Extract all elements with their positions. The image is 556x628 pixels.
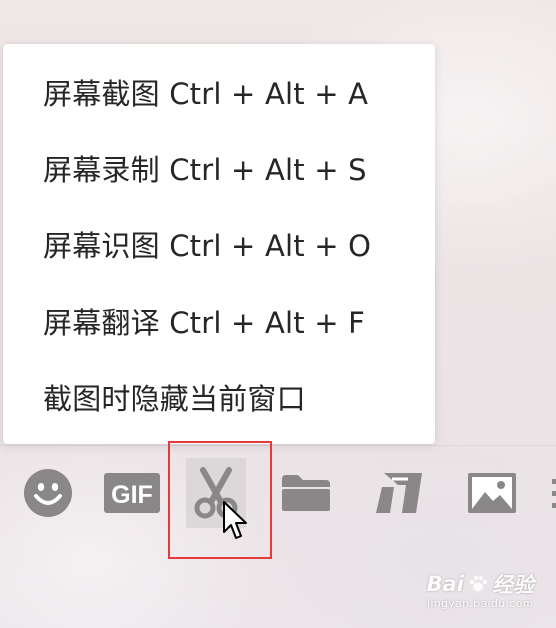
gif-icon: GIF bbox=[104, 473, 160, 513]
menu-item-hide-window-on-capture[interactable]: 截图时隐藏当前窗口 bbox=[43, 376, 306, 422]
image-icon bbox=[468, 473, 516, 513]
text-style-icon bbox=[376, 473, 422, 513]
watermark-brand-left: Bai bbox=[426, 572, 464, 596]
emoji-button[interactable] bbox=[18, 458, 78, 528]
menu-item-screen-record[interactable]: 屏幕录制 Ctrl + Alt + S bbox=[43, 147, 367, 193]
text-style-button[interactable] bbox=[368, 458, 428, 528]
watermark-url: jingyan.baidu.com bbox=[427, 597, 534, 610]
menu-item-screen-capture[interactable]: 屏幕截图 Ctrl + Alt + A bbox=[43, 71, 368, 117]
menu-item-screen-translate[interactable]: 屏幕翻译 Ctrl + Alt + F bbox=[43, 300, 365, 346]
mouse-cursor-icon bbox=[223, 501, 247, 539]
toolbar-divider bbox=[0, 445, 556, 446]
gif-label: GIF bbox=[111, 481, 153, 509]
menu-item-screen-recognize[interactable]: 屏幕识图 Ctrl + Alt + O bbox=[43, 223, 371, 269]
highlight-annotation-box bbox=[168, 441, 272, 559]
emoji-icon bbox=[24, 469, 72, 517]
image-button[interactable] bbox=[462, 458, 522, 528]
baidu-jingyan-watermark: Bai 经验 jingyan.baidu.com bbox=[427, 569, 534, 610]
more-tools-button[interactable] bbox=[540, 458, 556, 528]
watermark-brand-right: 经验 bbox=[492, 573, 534, 597]
folder-icon bbox=[282, 475, 330, 511]
file-button[interactable] bbox=[276, 458, 336, 528]
gif-button[interactable]: GIF bbox=[102, 458, 162, 528]
more-tool-icon bbox=[552, 479, 556, 508]
screenshot-menu: 屏幕截图 Ctrl + Alt + A 屏幕录制 Ctrl + Alt + S … bbox=[3, 44, 435, 444]
paw-icon bbox=[469, 575, 488, 592]
